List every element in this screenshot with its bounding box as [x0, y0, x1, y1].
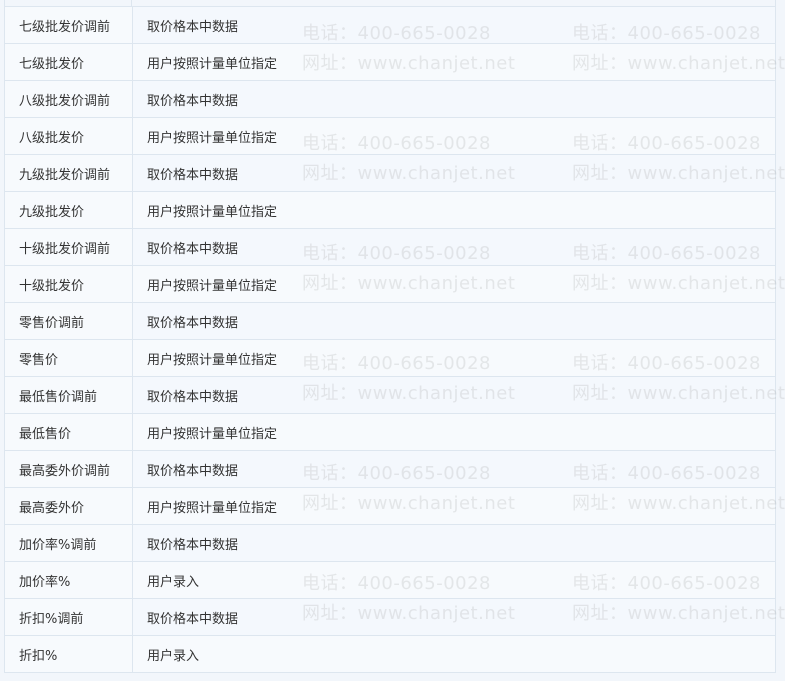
table-row: 八级批发价 用户按照计量单位指定: [4, 117, 776, 155]
table-row: 最低售价调前 取价格本中数据: [4, 376, 776, 414]
table-row: 最高委外价调前 取价格本中数据: [4, 450, 776, 488]
table-row: 零售价调前 取价格本中数据: [4, 302, 776, 340]
field-name-cell: 加价率%调前: [4, 524, 133, 562]
field-desc-cell: 用户按照计量单位指定: [132, 191, 776, 229]
field-name-cell: 七级批发价: [4, 43, 133, 81]
field-name-cell: 最高委外价调前: [4, 450, 133, 488]
table-row: 最高委外价 用户按照计量单位指定: [4, 487, 776, 525]
field-name-cell: 零售价: [4, 339, 133, 377]
table-row: 最低售价 用户按照计量单位指定: [4, 413, 776, 451]
field-desc-cell: 取价格本中数据: [132, 6, 776, 44]
table-row: 加价率%调前 取价格本中数据: [4, 524, 776, 562]
table-row: 七级批发价 用户按照计量单位指定: [4, 43, 776, 81]
table-row: 八级批发价调前 取价格本中数据: [4, 80, 776, 118]
field-name-cell: 八级批发价调前: [4, 80, 133, 118]
field-description-table: 七级批发价调前 取价格本中数据 七级批发价 用户按照计量单位指定 八级批发价调前 取价…: [4, 6, 776, 673]
field-desc-cell: 取价格本中数据: [132, 524, 776, 562]
field-desc-cell: 取价格本中数据: [132, 80, 776, 118]
field-name-cell: 加价率%: [4, 561, 133, 599]
field-desc-cell: 用户录入: [132, 561, 776, 599]
table-row: 七级批发价调前 取价格本中数据: [4, 6, 776, 44]
field-desc-cell: 用户按照计量单位指定: [132, 265, 776, 303]
field-name-cell: 折扣%调前: [4, 598, 133, 636]
field-desc-cell: 取价格本中数据: [132, 450, 776, 488]
field-desc-cell: 用户按照计量单位指定: [132, 339, 776, 377]
field-desc-cell: 用户录入: [132, 635, 776, 673]
field-name-cell: 七级批发价调前: [4, 6, 133, 44]
table-row: 折扣%调前 取价格本中数据: [4, 598, 776, 636]
field-desc-cell: 取价格本中数据: [132, 376, 776, 414]
field-name-cell: 十级批发价: [4, 265, 133, 303]
field-name-cell: 最高委外价: [4, 487, 133, 525]
table-row: 零售价 用户按照计量单位指定: [4, 339, 776, 377]
table-row: 十级批发价 用户按照计量单位指定: [4, 265, 776, 303]
table-row: 九级批发价调前 取价格本中数据: [4, 154, 776, 192]
field-desc-cell: 用户按照计量单位指定: [132, 413, 776, 451]
field-desc-cell: 用户按照计量单位指定: [132, 43, 776, 81]
field-desc-cell: 取价格本中数据: [132, 154, 776, 192]
field-desc-cell: 用户按照计量单位指定: [132, 487, 776, 525]
field-name-cell: 零售价调前: [4, 302, 133, 340]
table-row: 九级批发价 用户按照计量单位指定: [4, 191, 776, 229]
table-row: 十级批发价调前 取价格本中数据: [4, 228, 776, 266]
field-desc-cell: 取价格本中数据: [132, 598, 776, 636]
table-row: 折扣% 用户录入: [4, 635, 776, 673]
field-desc-cell: 取价格本中数据: [132, 228, 776, 266]
field-name-cell: 八级批发价: [4, 117, 133, 155]
field-desc-cell: 取价格本中数据: [132, 302, 776, 340]
field-name-cell: 九级批发价: [4, 191, 133, 229]
field-name-cell: 最低售价: [4, 413, 133, 451]
field-name-cell: 九级批发价调前: [4, 154, 133, 192]
field-desc-cell: 用户按照计量单位指定: [132, 117, 776, 155]
field-name-cell: 十级批发价调前: [4, 228, 133, 266]
table-row: 加价率% 用户录入: [4, 561, 776, 599]
field-name-cell: 最低售价调前: [4, 376, 133, 414]
field-name-cell: 折扣%: [4, 635, 133, 673]
